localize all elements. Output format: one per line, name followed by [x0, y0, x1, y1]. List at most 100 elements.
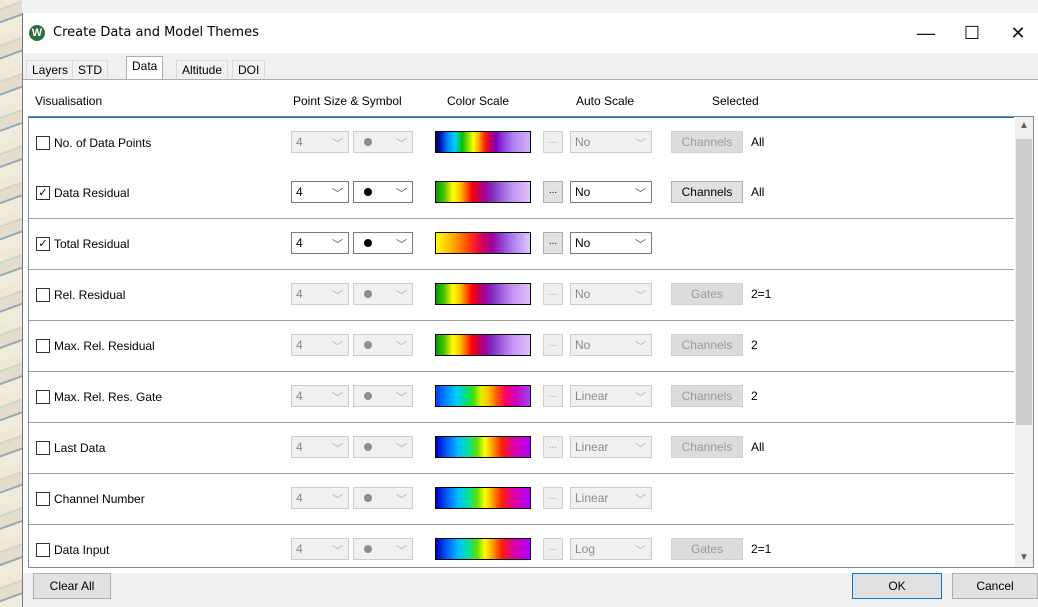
color-scale-edit-button[interactable]: ...	[543, 334, 563, 356]
point-size-combo[interactable]: 4 ﹀	[291, 385, 349, 407]
header-color-scale: Color Scale	[447, 94, 510, 108]
color-scale-bar[interactable]	[435, 334, 531, 356]
row-label: Channel Number	[54, 492, 145, 506]
chevron-down-icon: ﹀	[635, 443, 646, 455]
window-title: Create Data and Model Themes	[53, 25, 259, 40]
theme-row: ✓ Total Residual 4 ﹀ ﹀ ... No ﹀	[29, 219, 1014, 270]
color-scale-bar[interactable]	[435, 181, 531, 203]
auto-scale-value: No	[575, 338, 591, 352]
tab-std[interactable]: STD	[72, 60, 108, 78]
auto-scale-value: No	[575, 287, 591, 301]
symbol-combo[interactable]: ﹀	[353, 487, 413, 509]
ok-button[interactable]: OK	[852, 573, 942, 599]
auto-scale-value: Log	[575, 542, 596, 556]
color-scale-bar[interactable]	[435, 436, 531, 458]
symbol-combo[interactable]: ﹀	[353, 538, 413, 560]
point-size-combo[interactable]: 4 ﹀	[291, 232, 349, 254]
gates-button[interactable]: Gates	[671, 283, 743, 305]
tab-doi[interactable]: DOI	[232, 60, 266, 78]
symbol-combo[interactable]: ﹀	[353, 385, 413, 407]
gates-button[interactable]: Gates	[671, 538, 743, 560]
symbol-combo[interactable]: ﹀	[353, 232, 413, 254]
color-scale-edit-button[interactable]: ...	[543, 487, 563, 509]
color-scale-bar[interactable]	[435, 283, 531, 305]
point-size-combo[interactable]: 4 ﹀	[291, 487, 349, 509]
chevron-down-icon: ﹀	[332, 239, 343, 251]
row-label: Data Residual	[54, 186, 130, 200]
scroll-up-icon[interactable]: ▲	[1015, 117, 1033, 135]
close-button[interactable]: ✕	[995, 13, 1038, 53]
row-checkbox[interactable]	[36, 441, 50, 455]
auto-scale-combo[interactable]: No ﹀	[570, 334, 652, 356]
point-size-value: 4	[296, 491, 303, 505]
scroll-down-icon[interactable]: ▼	[1015, 549, 1033, 567]
row-checkbox[interactable]	[36, 288, 50, 302]
channels-button[interactable]: Channels	[671, 181, 743, 203]
chevron-down-icon: ﹀	[396, 188, 407, 200]
row-checkbox[interactable]	[36, 492, 50, 506]
color-scale-bar[interactable]	[435, 131, 531, 153]
point-size-combo[interactable]: 4 ﹀	[291, 436, 349, 458]
point-size-combo[interactable]: 4 ﹀	[291, 283, 349, 305]
theme-row: Max. Rel. Residual 4 ﹀ ﹀ ... No ﹀ Channels…	[29, 321, 1014, 372]
color-scale-bar[interactable]	[435, 538, 531, 560]
symbol-combo[interactable]: ﹀	[353, 436, 413, 458]
chevron-down-icon: ﹀	[635, 545, 646, 557]
channels-button[interactable]: Channels	[671, 334, 743, 356]
auto-scale-combo[interactable]: Log ﹀	[570, 538, 652, 560]
color-scale-bar[interactable]	[435, 232, 531, 254]
row-checkbox[interactable]: ✓	[36, 186, 50, 200]
cancel-button[interactable]: Cancel	[952, 573, 1038, 599]
color-scale-edit-button[interactable]: ...	[543, 131, 563, 153]
color-scale-edit-button[interactable]: ...	[543, 181, 563, 203]
symbol-combo[interactable]: ﹀	[353, 334, 413, 356]
row-checkbox[interactable]	[36, 339, 50, 353]
chevron-down-icon: ﹀	[635, 188, 646, 200]
point-size-combo[interactable]: 4 ﹀	[291, 334, 349, 356]
color-scale-bar[interactable]	[435, 385, 531, 407]
dot-symbol-icon	[364, 443, 372, 451]
tab-altitude[interactable]: Altitude	[176, 60, 229, 78]
color-scale-edit-button[interactable]: ...	[543, 436, 563, 458]
point-size-combo[interactable]: 4 ﹀	[291, 538, 349, 560]
selected-value: 2=1	[751, 542, 772, 556]
point-size-value: 4	[296, 287, 303, 301]
minimize-button[interactable]: —	[903, 13, 949, 53]
symbol-combo[interactable]: ﹀	[353, 283, 413, 305]
auto-scale-combo[interactable]: No ﹀	[570, 181, 652, 203]
auto-scale-value: No	[575, 236, 591, 250]
row-checkbox[interactable]: ✓	[36, 237, 50, 251]
row-checkbox[interactable]	[36, 136, 50, 150]
color-scale-edit-button[interactable]: ...	[543, 538, 563, 560]
dialog-window: W Create Data and Model Themes — ☐ ✕ Lay…	[22, 13, 1038, 607]
channels-button[interactable]: Channels	[671, 131, 743, 153]
auto-scale-combo[interactable]: Linear ﹀	[570, 436, 652, 458]
selected-value: 2	[751, 338, 758, 352]
auto-scale-combo[interactable]: No ﹀	[570, 131, 652, 153]
tab-data[interactable]: Data	[126, 56, 164, 79]
color-scale-bar[interactable]	[435, 487, 531, 509]
clear-all-button[interactable]: Clear All	[33, 573, 111, 599]
symbol-combo[interactable]: ﹀	[353, 181, 413, 203]
color-scale-edit-button[interactable]: ...	[543, 385, 563, 407]
color-scale-edit-button[interactable]: ...	[543, 232, 563, 254]
channels-button[interactable]: Channels	[671, 436, 743, 458]
row-checkbox[interactable]	[36, 390, 50, 404]
color-scale-edit-button[interactable]: ...	[543, 283, 563, 305]
auto-scale-combo[interactable]: Linear ﹀	[570, 385, 652, 407]
row-checkbox[interactable]	[36, 543, 50, 557]
auto-scale-combo[interactable]: No ﹀	[570, 232, 652, 254]
row-label: No. of Data Points	[54, 136, 152, 150]
point-size-value: 4	[296, 236, 303, 250]
tab-layers[interactable]: Layers	[26, 60, 75, 78]
chevron-down-icon: ﹀	[635, 138, 646, 150]
vertical-scrollbar[interactable]: ▲ ▼	[1015, 117, 1033, 567]
point-size-combo[interactable]: 4 ﹀	[291, 181, 349, 203]
point-size-combo[interactable]: 4 ﹀	[291, 131, 349, 153]
channels-button[interactable]: Channels	[671, 385, 743, 407]
symbol-combo[interactable]: ﹀	[353, 131, 413, 153]
scrollbar-thumb[interactable]	[1016, 139, 1032, 425]
maximize-button[interactable]: ☐	[949, 13, 995, 53]
auto-scale-combo[interactable]: No ﹀	[570, 283, 652, 305]
auto-scale-combo[interactable]: Linear ﹀	[570, 487, 652, 509]
